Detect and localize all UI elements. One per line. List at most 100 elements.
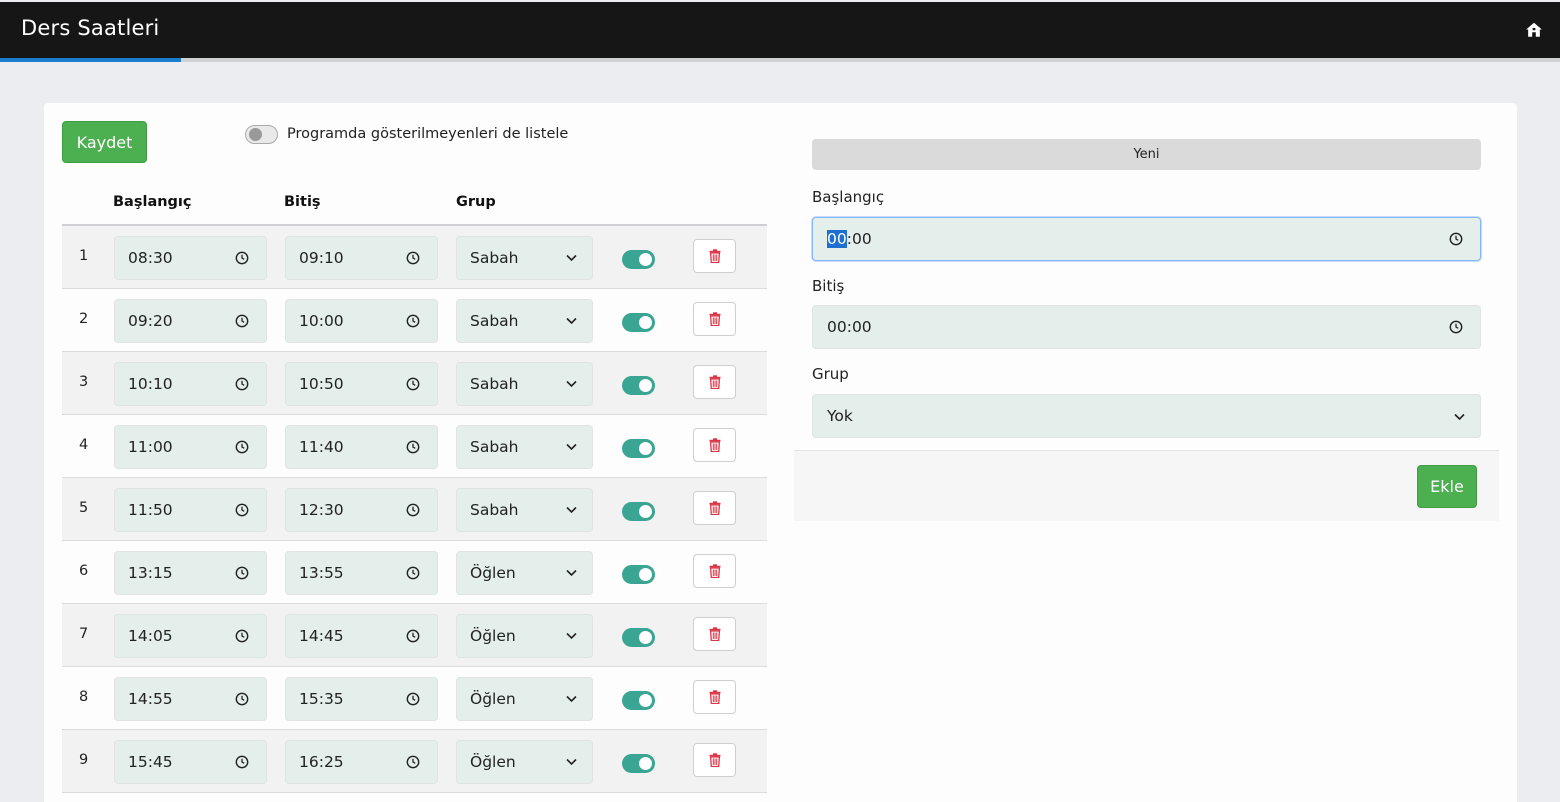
row-end-value: 13:55: [299, 564, 344, 582]
row-delete-button[interactable]: [693, 617, 736, 651]
row-end-input[interactable]: 11:40: [285, 425, 438, 469]
clock-icon[interactable]: [1449, 320, 1463, 334]
clock-icon[interactable]: [235, 692, 249, 706]
form-start-input[interactable]: 00:00: [812, 217, 1481, 261]
row-delete-button[interactable]: [693, 680, 736, 714]
row-end-input[interactable]: 10:50: [285, 362, 438, 406]
add-button[interactable]: Ekle: [1417, 465, 1477, 508]
chevron-down-icon: [566, 443, 577, 451]
trash-icon: [709, 375, 721, 389]
form-group-select[interactable]: Yok: [812, 394, 1481, 438]
row-group-select[interactable]: Sabah: [456, 488, 593, 532]
clock-icon[interactable]: [235, 503, 249, 517]
row-delete-button[interactable]: [693, 302, 736, 336]
row-end-input[interactable]: 12:30: [285, 488, 438, 532]
row-visible-toggle[interactable]: [622, 439, 655, 458]
new-form-header: Yeni: [812, 139, 1481, 170]
row-group-select[interactable]: Öğlen: [456, 551, 593, 595]
home-icon[interactable]: [1525, 21, 1543, 39]
row-delete-button[interactable]: [693, 239, 736, 273]
form-end-label: Bitiş: [812, 277, 845, 295]
row-group-select[interactable]: Sabah: [456, 236, 593, 280]
clock-icon[interactable]: [235, 314, 249, 328]
clock-icon[interactable]: [406, 566, 420, 580]
clock-icon[interactable]: [406, 692, 420, 706]
table-header: Başlangıç Bitiş Grup: [62, 180, 767, 226]
row-group-select[interactable]: Sabah: [456, 299, 593, 343]
row-visible-toggle[interactable]: [622, 376, 655, 395]
row-visible-toggle[interactable]: [622, 313, 655, 332]
row-delete-button[interactable]: [693, 365, 736, 399]
clock-icon[interactable]: [235, 440, 249, 454]
clock-icon[interactable]: [406, 251, 420, 265]
table-body: 1 08:30 09:10 Sabah 2 09:20 10:00 Sabah 3 10:10 10…: [62, 226, 767, 793]
row-number: 7: [79, 626, 89, 642]
row-group-value: Sabah: [470, 312, 519, 330]
column-group: Grup: [456, 194, 496, 210]
form-group-label: Grup: [812, 365, 849, 383]
row-delete-button[interactable]: [693, 491, 736, 525]
clock-icon[interactable]: [406, 503, 420, 517]
row-start-input[interactable]: 08:30: [114, 236, 267, 280]
form-end-input[interactable]: 00:00: [812, 305, 1481, 349]
table-row: 9 15:45 16:25 Öğlen: [62, 730, 767, 793]
row-start-input[interactable]: 13:15: [114, 551, 267, 595]
row-group-select[interactable]: Öğlen: [456, 614, 593, 658]
row-group-select[interactable]: Sabah: [456, 362, 593, 406]
trash-icon: [709, 501, 721, 515]
clock-icon[interactable]: [235, 755, 249, 769]
show-hidden-toggle[interactable]: [245, 124, 278, 144]
row-start-input[interactable]: 09:20: [114, 299, 267, 343]
clock-icon[interactable]: [235, 566, 249, 580]
row-end-input[interactable]: 09:10: [285, 236, 438, 280]
row-start-input[interactable]: 14:05: [114, 614, 267, 658]
row-end-input[interactable]: 14:45: [285, 614, 438, 658]
row-start-input[interactable]: 11:50: [114, 488, 267, 532]
chevron-down-icon: [566, 758, 577, 766]
clock-icon[interactable]: [406, 755, 420, 769]
form-group-value: Yok: [827, 407, 853, 425]
trash-icon: [709, 690, 721, 704]
save-button[interactable]: Kaydet: [62, 121, 147, 163]
row-end-value: 16:25: [299, 753, 344, 771]
row-end-input[interactable]: 15:35: [285, 677, 438, 721]
row-delete-button[interactable]: [693, 428, 736, 462]
form-footer: Ekle: [794, 450, 1499, 521]
chevron-down-icon: [566, 317, 577, 325]
row-start-input[interactable]: 11:00: [114, 425, 267, 469]
row-end-input[interactable]: 13:55: [285, 551, 438, 595]
row-visible-toggle[interactable]: [622, 250, 655, 269]
clock-icon[interactable]: [406, 314, 420, 328]
row-group-select[interactable]: Öğlen: [456, 677, 593, 721]
row-visible-toggle[interactable]: [622, 754, 655, 773]
row-group-value: Öğlen: [470, 690, 516, 708]
clock-icon[interactable]: [235, 251, 249, 265]
row-group-value: Öğlen: [470, 564, 516, 582]
table-row: 6 13:15 13:55 Öğlen: [62, 541, 767, 604]
row-group-value: Öğlen: [470, 753, 516, 771]
row-delete-button[interactable]: [693, 743, 736, 777]
row-delete-button[interactable]: [693, 554, 736, 588]
row-group-select[interactable]: Öğlen: [456, 740, 593, 784]
row-group-value: Öğlen: [470, 627, 516, 645]
clock-icon[interactable]: [406, 377, 420, 391]
clock-icon[interactable]: [235, 629, 249, 643]
row-start-value: 14:55: [128, 690, 173, 708]
row-end-input[interactable]: 10:00: [285, 299, 438, 343]
row-start-input[interactable]: 15:45: [114, 740, 267, 784]
row-visible-toggle[interactable]: [622, 502, 655, 521]
page-title: Ders Saatleri: [21, 16, 160, 40]
row-end-input[interactable]: 16:25: [285, 740, 438, 784]
row-group-select[interactable]: Sabah: [456, 425, 593, 469]
row-start-input[interactable]: 14:55: [114, 677, 267, 721]
row-start-input[interactable]: 10:10: [114, 362, 267, 406]
row-number: 5: [79, 500, 89, 516]
clock-icon[interactable]: [406, 440, 420, 454]
clock-icon[interactable]: [235, 377, 249, 391]
row-visible-toggle[interactable]: [622, 565, 655, 584]
clock-icon[interactable]: [1449, 232, 1463, 246]
row-visible-toggle[interactable]: [622, 691, 655, 710]
row-visible-toggle[interactable]: [622, 628, 655, 647]
clock-icon[interactable]: [406, 629, 420, 643]
row-end-value: 11:40: [299, 438, 344, 456]
